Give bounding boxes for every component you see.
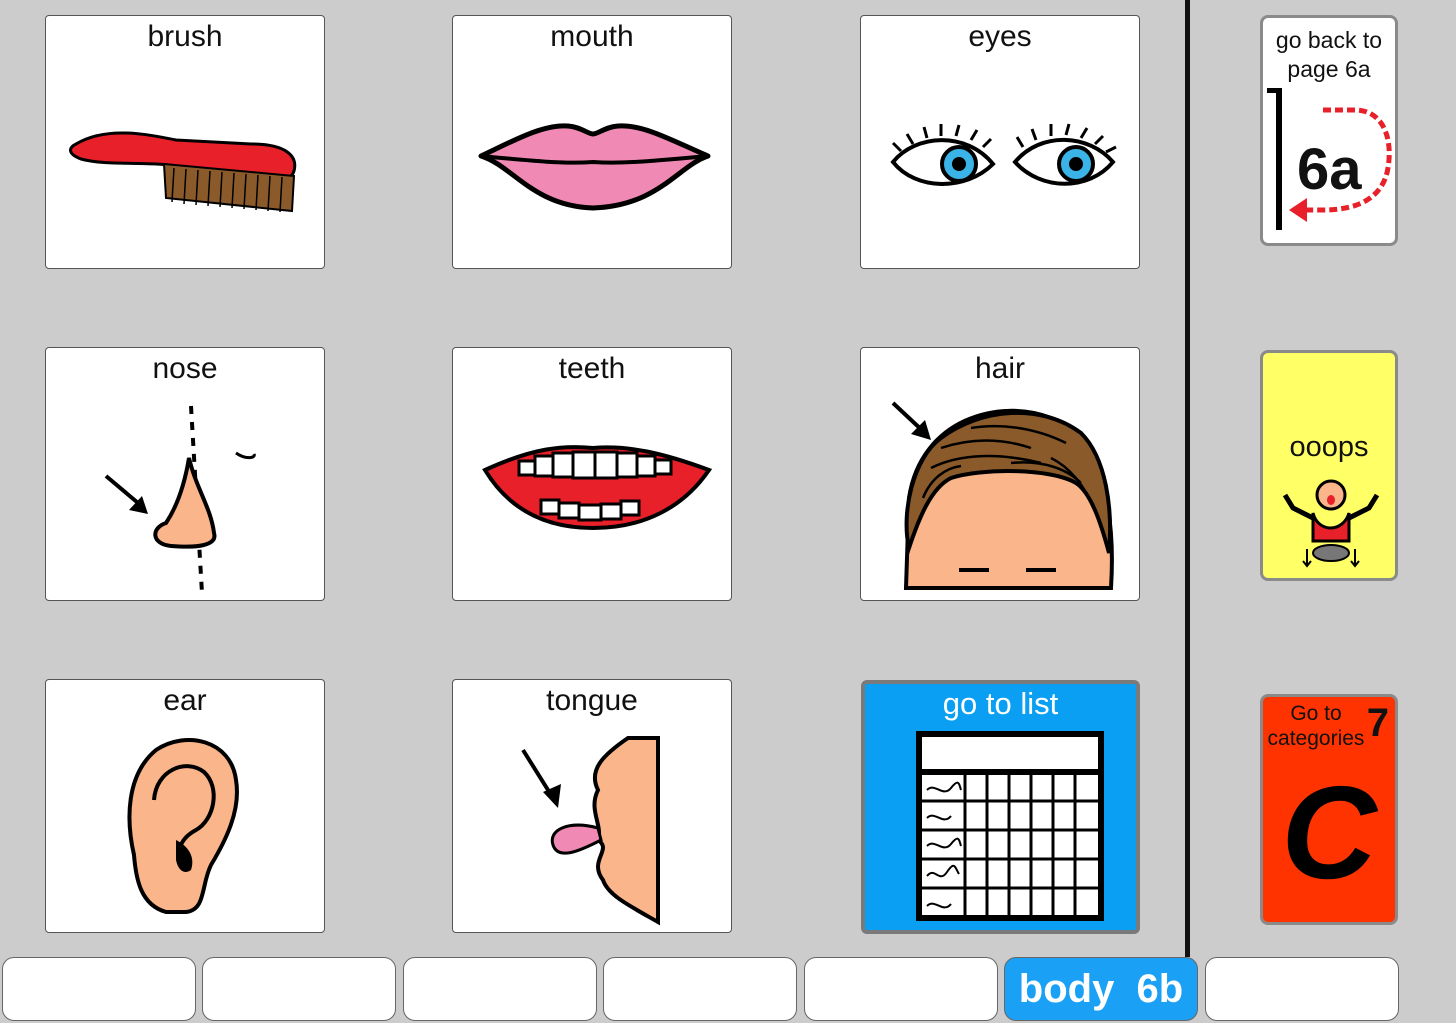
- eyes-cell[interactable]: eyes: [860, 15, 1140, 269]
- nose-icon: [104, 405, 256, 594]
- bottom-tab-1[interactable]: [2, 957, 196, 1021]
- go-to-list-button[interactable]: go to list: [861, 680, 1140, 934]
- teeth-cell[interactable]: teeth: [452, 347, 732, 601]
- mouth-cell[interactable]: mouth: [452, 15, 732, 269]
- categories-number: 7: [1366, 701, 1389, 745]
- go-to-categories-button[interactable]: Go to categories 7 C: [1260, 694, 1398, 925]
- hair-icon: [891, 401, 1114, 590]
- list-grid-icon: [916, 731, 1104, 921]
- person-falling-icon: [1282, 479, 1380, 568]
- eyes-icon: [890, 123, 1117, 186]
- bottom-tab-7[interactable]: [1205, 957, 1399, 1021]
- tongue-icon: [521, 736, 660, 926]
- go-back-label: go back to page 6a: [1275, 27, 1383, 82]
- vertical-divider: [1185, 0, 1190, 957]
- ear-icon: [127, 738, 239, 914]
- bottom-tab-3[interactable]: [403, 957, 597, 1021]
- tongue-cell[interactable]: tongue: [452, 679, 732, 933]
- brush-cell[interactable]: brush: [45, 15, 325, 269]
- brush-icon: [69, 131, 297, 213]
- oops-button[interactable]: ooops: [1260, 350, 1398, 581]
- teeth-icon: [482, 445, 713, 531]
- bottom-tab-2[interactable]: [202, 957, 396, 1021]
- oops-label: ooops: [1289, 431, 1369, 463]
- page-number: 6a: [1297, 137, 1362, 202]
- categories-label: Go to categories: [1267, 702, 1365, 750]
- go-back-page-button[interactable]: go back to page 6a 6a: [1260, 15, 1398, 246]
- lips-icon: [478, 123, 711, 211]
- ear-cell[interactable]: ear: [45, 679, 325, 933]
- categories-letter: C: [1281, 759, 1377, 906]
- hair-cell[interactable]: hair: [860, 347, 1140, 601]
- bottom-tab-5[interactable]: [804, 957, 998, 1021]
- nose-cell[interactable]: nose: [45, 347, 325, 601]
- bottom-tab-4[interactable]: [603, 957, 797, 1021]
- page-title-tab[interactable]: body 6b: [1004, 957, 1198, 1021]
